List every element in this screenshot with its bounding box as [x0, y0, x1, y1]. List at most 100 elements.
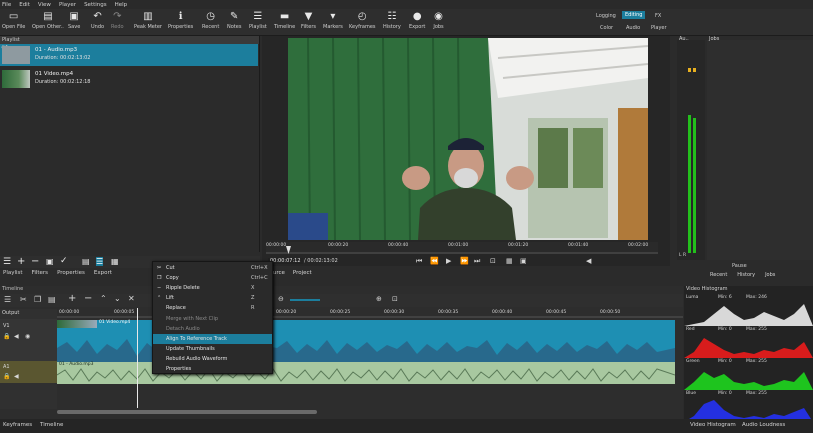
remove-icon[interactable]: −	[31, 256, 39, 267]
layout-color-button[interactable]: Color	[600, 25, 613, 31]
menu-icon[interactable]: ☰	[3, 257, 11, 267]
rewind-icon[interactable]: ⏪	[430, 257, 439, 265]
history-button[interactable]: ☷ History	[383, 11, 401, 30]
menu-edit[interactable]: Edit	[19, 2, 30, 8]
menu-item-detach-audio[interactable]: Detach Audio	[153, 324, 272, 334]
viewer-ruler[interactable]: 00:00:00 00:00:20 00:00:40 00:01:00 00:0…	[266, 242, 658, 254]
add-icon[interactable]: +	[17, 256, 25, 267]
menu-item-copy[interactable]: ❐ Copy Ctrl+C	[153, 273, 272, 283]
layout-player-button[interactable]: Player	[651, 25, 667, 31]
track-header-a1[interactable]: A1 🔒 ◀	[0, 361, 57, 383]
timeline-button[interactable]: ▬ Timeline	[274, 11, 295, 30]
mute-icon[interactable]: ◀	[14, 373, 19, 380]
timecode-input[interactable]: 00:00:07:12	[268, 258, 303, 264]
open-file-button[interactable]: ▭ Open File	[2, 11, 25, 30]
menu-item-replace[interactable]: Replace R	[153, 303, 272, 313]
append-icon[interactable]: +	[68, 293, 76, 304]
view-icons-icon[interactable]: ▦	[111, 257, 119, 266]
view-tiles-icon[interactable]: ☰	[96, 257, 104, 266]
timeline-playhead[interactable]	[137, 308, 138, 408]
menu-item-align-reference[interactable]: Align To Reference Track	[153, 334, 272, 344]
cut-icon[interactable]: ✂	[20, 295, 27, 304]
playlist-item-video[interactable]: 01 Video.mp4 Duration: 00:02:12:18	[0, 68, 258, 90]
view-details-icon[interactable]: ▤	[82, 257, 90, 266]
volume-icon[interactable]: ◀	[586, 257, 591, 265]
lock-icon[interactable]: 🔒	[3, 373, 10, 380]
zoom-slider[interactable]	[290, 299, 320, 301]
lock-icon[interactable]: 🔒	[3, 333, 10, 340]
eye-icon[interactable]: ◉	[25, 333, 30, 340]
menu-item-cut[interactable]: ✂ Cut Ctrl+X	[153, 263, 272, 273]
tab-jobs[interactable]: Jobs	[765, 272, 775, 281]
peak-meter-button[interactable]: ▥ Peak Meter	[134, 11, 162, 30]
tab-export[interactable]: Export	[94, 270, 112, 280]
tab-project[interactable]: Project	[293, 270, 312, 280]
recent-button[interactable]: ◷ Recent	[202, 11, 219, 30]
playlist-button[interactable]: ☰ Playlist	[249, 11, 267, 30]
markers-button[interactable]: ▾ Markers	[323, 11, 343, 30]
undo-button[interactable]: ↶ Undo	[91, 11, 104, 30]
zoom-out-icon[interactable]: ⊖	[278, 295, 284, 303]
jobs-button[interactable]: ◉ Jobs	[433, 11, 444, 30]
play-icon[interactable]: ▶	[446, 257, 451, 265]
filters-button[interactable]: ▼ Filters	[301, 11, 316, 30]
open-other-button[interactable]: ▤ Open Other..	[32, 11, 64, 30]
tab-timeline[interactable]: Timeline	[40, 422, 63, 428]
save-button[interactable]: ▣ Save	[68, 11, 80, 30]
paste-icon[interactable]: ▤	[48, 295, 56, 304]
zoom-icon[interactable]: ▣	[520, 257, 527, 265]
menu-file[interactable]: File	[2, 2, 11, 8]
menu-view[interactable]: View	[38, 2, 51, 8]
layout-logging-button[interactable]: Logging	[596, 13, 616, 19]
menu-item-merge-next[interactable]: Merge with Next Clip	[153, 314, 272, 324]
tab-history[interactable]: History	[737, 272, 755, 281]
redo-button[interactable]: ↷ Redo	[111, 11, 124, 30]
video-frame[interactable]	[288, 38, 648, 240]
menu-item-ripple-delete[interactable]: − Ripple Delete X	[153, 283, 272, 293]
skip-previous-icon[interactable]: ⏮	[416, 257, 422, 266]
zoom-fit-icon[interactable]: ⊡	[392, 295, 398, 303]
menu-player[interactable]: Player	[59, 2, 76, 8]
audio-clip[interactable]: 01 - Audio.mp3	[57, 362, 675, 384]
tab-filters[interactable]: Filters	[32, 270, 49, 280]
keyframes-button[interactable]: ◴ Keyframes	[349, 11, 376, 30]
zoom-in-icon[interactable]: ⊕	[376, 295, 382, 303]
menu-help[interactable]: Help	[115, 2, 128, 8]
layout-audio-button[interactable]: Audio	[626, 25, 640, 31]
copy-icon[interactable]: ❐	[34, 295, 41, 304]
properties-button[interactable]: ℹ Properties	[168, 11, 193, 30]
layout-editing-button[interactable]: Editing	[622, 11, 646, 19]
pause-control[interactable]: Pause	[714, 262, 774, 270]
loop-icon[interactable]: ⊡	[490, 257, 496, 265]
track-header-v1[interactable]: V1 🔒 ◀ ◉	[0, 319, 57, 361]
fast-forward-icon[interactable]: ⏩	[460, 257, 469, 265]
export-button[interactable]: ● Export	[409, 11, 425, 30]
tab-keyframes[interactable]: Keyframes	[3, 422, 32, 428]
video-clip[interactable]: 01 Video.mp4	[57, 320, 675, 362]
split-icon[interactable]: ✕	[128, 294, 135, 303]
menu-item-lift[interactable]: ⌃ Lift Z	[153, 293, 272, 303]
menu-icon[interactable]: ☰	[4, 295, 11, 304]
menu-item-rebuild-waveform[interactable]: Rebuild Audio Waveform	[153, 354, 272, 364]
playlist-item-audio[interactable]: #1 01 - Audio.mp3 Duration: 00:02:13:02	[0, 44, 258, 66]
mute-icon[interactable]: ◀	[14, 333, 19, 340]
tab-recent[interactable]: Recent	[710, 272, 727, 281]
tab-audio-loudness[interactable]: Audio Loudness	[742, 422, 785, 428]
grid-icon[interactable]: ▦	[506, 257, 513, 265]
overwrite-icon[interactable]: ⌄	[114, 294, 121, 303]
lift-icon[interactable]: ⌃	[100, 294, 107, 303]
layout-fx-button[interactable]: FX	[655, 13, 661, 19]
menu-item-update-thumbnails[interactable]: Update Thumbnails	[153, 344, 272, 354]
menu-item-properties[interactable]: Properties	[153, 364, 272, 374]
tab-playlist[interactable]: Playlist	[3, 270, 23, 280]
tab-video-histogram[interactable]: Video Histogram	[690, 422, 736, 428]
check-icon[interactable]: ✓	[60, 256, 68, 266]
notes-button[interactable]: ✎ Notes	[227, 11, 241, 30]
timeline-ruler[interactable]	[57, 308, 683, 318]
timeline-scrollbar[interactable]	[57, 410, 317, 414]
update-icon[interactable]: ▣	[46, 257, 54, 266]
skip-next-icon[interactable]: ⏭	[474, 257, 480, 266]
ripple-delete-icon[interactable]: −	[84, 293, 92, 304]
tab-properties[interactable]: Properties	[57, 270, 85, 280]
menu-settings[interactable]: Settings	[84, 2, 107, 8]
